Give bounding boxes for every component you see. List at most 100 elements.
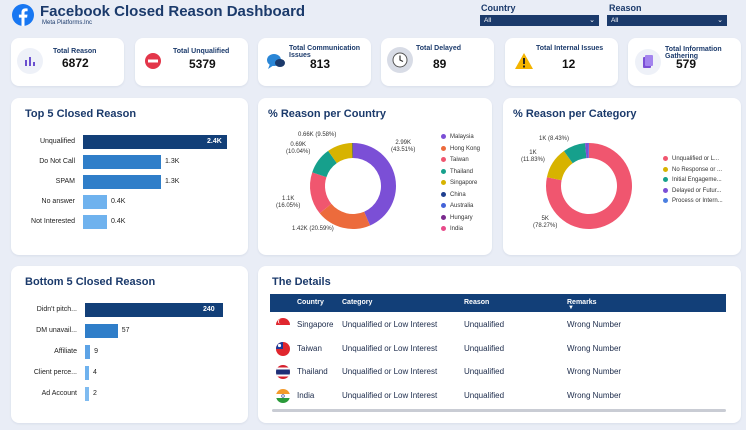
country-card: % Reason per Country 2.99K (43.51%) 1.42K …	[258, 98, 492, 255]
legend-dot	[441, 134, 446, 139]
kpi-label: Total Information	[665, 46, 722, 53]
bar	[85, 324, 118, 338]
reason-filter-label: Reason	[609, 3, 642, 13]
table-row[interactable]: India Unqualified or Low Interest Unqual…	[270, 385, 726, 407]
bar-value-label: 1.3K	[165, 158, 180, 165]
kpi-label: Total Unqualified	[173, 48, 230, 55]
donut-data-label: 0.69K (10.04%)	[286, 142, 311, 155]
country-filter-value: All	[484, 17, 492, 24]
legend-dot	[663, 198, 668, 203]
cell-country: Singapore	[297, 320, 334, 329]
bar-value-label: 1.3K	[165, 178, 180, 185]
bar	[83, 135, 227, 149]
details-card: The Details Country Category Reason Rema…	[258, 266, 741, 423]
legend-dot	[441, 203, 446, 208]
legend-label: India	[450, 226, 464, 233]
cell-reason: Unqualified	[464, 367, 505, 376]
cell-remarks: Wrong Number	[567, 344, 622, 353]
bar-value-label: 4	[93, 369, 97, 376]
column-header-category[interactable]: Category	[342, 299, 372, 306]
legend-label: China	[450, 191, 466, 198]
facebook-logo-icon	[12, 4, 34, 26]
bar-category-label: Didn't pitch...	[36, 306, 77, 313]
donut-data-label: 5K (78.27%)	[533, 216, 558, 229]
kpi-value: 5379	[189, 57, 216, 71]
legend-item: Process or Intern...	[663, 198, 723, 204]
legend-item: Taiwan	[441, 157, 469, 163]
sort-descending-icon[interactable]: ▼	[568, 305, 574, 311]
taiwan-flag-icon	[276, 342, 290, 356]
page-title: Facebook Closed Reason Dashboard	[40, 3, 306, 20]
country-title: % Reason per Country	[268, 108, 386, 120]
legend-label: Malaysia	[450, 134, 474, 141]
kpi-value: 12	[562, 57, 576, 71]
legend-dot	[663, 187, 668, 193]
column-header-reason[interactable]: Reason	[464, 299, 489, 306]
bar	[83, 195, 107, 209]
table-row[interactable]: Singapore Unqualified or Low Interest Un…	[270, 314, 726, 336]
legend-label: Singapore	[450, 180, 478, 187]
table-row[interactable]: Thailand Unqualified or Low Interest Unq…	[270, 361, 726, 383]
bar	[85, 345, 91, 359]
legend-dot	[441, 191, 446, 197]
reason-filter-dropdown[interactable]: All ⌄	[607, 15, 727, 26]
bar-value-label: 0.4K	[111, 218, 126, 225]
cell-reason: Unqualified	[464, 391, 505, 400]
legend-dot	[441, 180, 446, 185]
bar-category-label: DM unavail...	[36, 327, 77, 334]
country-filter-dropdown[interactable]: All ⌄	[480, 15, 599, 26]
legend-item: Hong Kong	[441, 145, 481, 152]
table-row[interactable]: Taiwan Unqualified or Low Interest Unqua…	[270, 338, 726, 360]
legend-dot	[441, 226, 446, 231]
legend-item: Malaysia	[441, 134, 474, 140]
horizontal-scrollbar[interactable]	[272, 409, 726, 412]
column-header-country[interactable]: Country	[297, 299, 324, 306]
donut-data-label: 0.66K (9.58%)	[298, 132, 337, 138]
document-icon	[635, 49, 661, 75]
legend-item: No Response or ...	[663, 166, 723, 173]
kpi-label: Total Internal Issues	[536, 45, 604, 52]
kpi-label: Total Delayed	[416, 45, 461, 52]
cell-category: Unqualified or Low Interest	[342, 367, 438, 376]
donut-data-label: 1.42K (20.59%)	[292, 226, 334, 232]
legend-label: Initial Engageme...	[672, 177, 722, 184]
chevron-down-icon: ⌄	[717, 17, 723, 24]
bar-category-label: Not Interested	[31, 218, 75, 225]
kpi-value: 813	[310, 57, 331, 71]
category-card: % Reason per Category 5K (78.27%) 1K (11.83…	[503, 98, 741, 255]
country-filter-label: Country	[481, 3, 516, 13]
legend-item: Delayed or Futur...	[663, 187, 721, 194]
bar	[85, 387, 89, 401]
kpi-card-total-delayed: Total Delayed 89	[381, 38, 494, 86]
kpi-card-total-unqualified: Total Unqualified 5379	[135, 38, 248, 86]
table-header: Country Category Reason Remarks ▼	[270, 294, 726, 312]
cell-category: Unqualified or Low Interest	[342, 320, 438, 329]
bar-category-label: Unqualified	[39, 138, 75, 145]
reason-filter-value: All	[611, 17, 619, 24]
bar	[83, 175, 161, 189]
kpi-card-communication-issues: Total Communication Issues 813	[258, 38, 371, 86]
kpi-label: Issues	[289, 52, 311, 59]
cell-remarks: Wrong Number	[567, 320, 622, 329]
donut-data-label: 2.99K (43.51%)	[391, 140, 416, 153]
kpi-label: Total Reason	[53, 48, 97, 55]
singapore-flag-icon	[276, 318, 290, 332]
top5-card: Top 5 Closed Reason Unqualified 2.4K Do No…	[11, 98, 248, 255]
kpi-value: 89	[433, 57, 447, 71]
donut-data-label: 1K (8.43%)	[539, 136, 570, 142]
bar	[83, 215, 107, 229]
legend-dot	[663, 177, 668, 182]
donut-slice[interactable]	[353, 143, 397, 226]
legend-label: Hong Kong	[450, 145, 481, 152]
cell-country: Thailand	[297, 367, 328, 376]
legend-dot	[663, 166, 668, 172]
bar-category-label: Affiliate	[54, 348, 77, 355]
legend-label: No Response or ...	[672, 166, 723, 173]
legend-item: Initial Engageme...	[663, 177, 722, 183]
details-title: The Details	[272, 276, 331, 288]
legend-item: Singapore	[441, 180, 477, 186]
bar-category-label: No answer	[41, 198, 75, 205]
chat-icon	[263, 48, 289, 74]
bar-value-label: 0.4K	[111, 198, 126, 205]
cell-remarks: Wrong Number	[567, 391, 622, 400]
